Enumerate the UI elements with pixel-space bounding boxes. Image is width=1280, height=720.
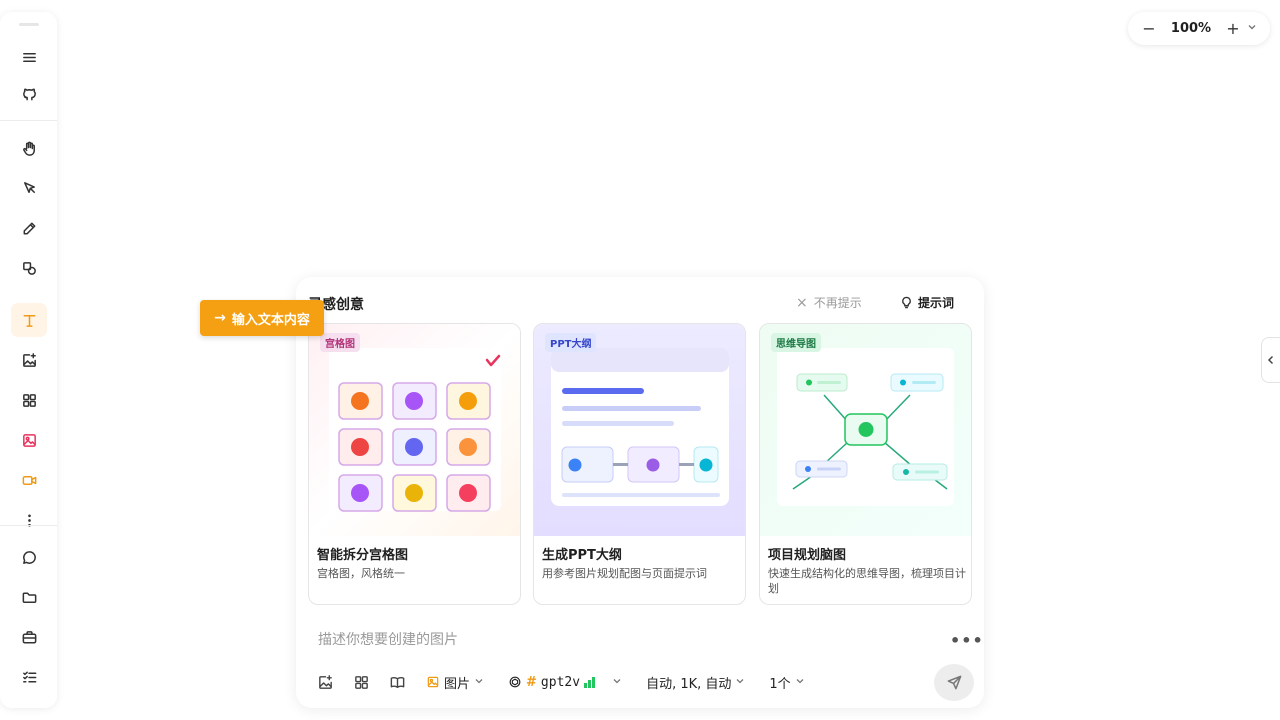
model-select[interactable]: # gpt2v [508, 675, 622, 690]
video-tool-button[interactable] [11, 463, 47, 497]
video-icon [22, 475, 36, 485]
chevron-down-icon [612, 676, 622, 689]
card-badge: 宫格图 [320, 333, 360, 352]
right-panel-toggle[interactable] [1261, 337, 1280, 383]
card-badge: 思维导图 [771, 333, 821, 352]
hand-tool-button[interactable] [11, 131, 47, 165]
mode-select[interactable]: 图片 [426, 673, 484, 692]
select-tool-button[interactable] [11, 171, 47, 205]
add-image-button[interactable] [312, 669, 338, 695]
ai-image-tool-button[interactable] [11, 343, 47, 377]
card-ppt-outline[interactable]: PPT大纲 生成PPT大纲 用参考图片规划配图与页面提示词 [533, 323, 746, 605]
params-label: 自动, 1K, 自动 [646, 676, 732, 692]
dismiss-button[interactable]: × 不再提示 [796, 294, 862, 311]
card-badge: PPT大纲 [545, 333, 597, 352]
grid-icon [22, 393, 36, 407]
checklist-icon [22, 671, 36, 683]
toolbar-divider [0, 120, 57, 121]
dismiss-label: 不再提示 [813, 296, 862, 310]
chevron-left-icon [1267, 355, 1274, 365]
card-title: 项目规划脑图 [768, 548, 847, 563]
zoom-control: − 100% + [1128, 12, 1270, 45]
folder-button[interactable] [11, 580, 47, 614]
chat-icon [22, 550, 36, 564]
card-preview [534, 324, 745, 536]
chevron-down-icon [735, 676, 745, 689]
card-preview [760, 324, 971, 536]
pencil-icon [23, 222, 35, 234]
chevron-down-icon[interactable] [1244, 22, 1260, 35]
toolbar-grip[interactable] [19, 23, 39, 26]
image-tool-button[interactable] [11, 423, 47, 457]
mindmap-preview-illustration [777, 348, 954, 506]
send-icon [947, 675, 961, 690]
inspiration-panel: 灵感创意 × 不再提示 提示词 宫格图 智能拆分宫格图 宫格图，风格统一 PPT… [296, 277, 984, 708]
chat-button[interactable] [11, 540, 47, 574]
github-button[interactable] [11, 76, 47, 110]
card-description: 宫格图，风格统一 [317, 567, 405, 580]
image-icon [22, 433, 36, 447]
toolbar-divider [0, 525, 57, 526]
image-icon [427, 676, 439, 688]
card-title: 生成PPT大纲 [542, 548, 622, 563]
openai-icon [509, 676, 521, 688]
briefcase-icon [22, 630, 36, 643]
model-label: gpt2v [540, 674, 581, 690]
pencil-tool-button[interactable] [11, 211, 47, 245]
menu-icon [22, 52, 36, 62]
shapes-tool-button[interactable] [11, 251, 47, 285]
grid-preview-illustration [329, 348, 501, 512]
github-icon [22, 88, 36, 100]
left-toolbar [0, 12, 57, 708]
ppt-preview-illustration [551, 348, 729, 506]
menu-button[interactable] [11, 40, 47, 74]
zoom-value[interactable]: 100% [1160, 21, 1222, 36]
more-options-button[interactable]: ••• [950, 631, 984, 650]
book-open-icon [390, 676, 404, 688]
count-select[interactable]: 1个 [769, 673, 804, 692]
composer-toolbar: 图片 # gpt2v 自动, 1K, 自动 1个 [312, 669, 829, 695]
prompt-hint-button[interactable]: 提示词 [900, 294, 954, 311]
params-select[interactable]: 自动, 1K, 自动 [646, 673, 745, 692]
send-button[interactable] [934, 664, 974, 701]
text-tool-button[interactable] [11, 303, 47, 337]
text-icon [23, 314, 35, 327]
arrow-right-icon: → [214, 310, 226, 326]
hand-icon [22, 141, 35, 156]
chevron-down-icon [474, 676, 484, 689]
chevron-down-icon [795, 676, 805, 689]
count-label: 1个 [769, 676, 791, 692]
grid-icon [354, 675, 368, 689]
card-preview [309, 324, 520, 536]
shapes-icon [22, 261, 36, 275]
briefcase-button[interactable] [11, 620, 47, 654]
zoom-out-button[interactable]: − [1138, 19, 1160, 38]
close-icon: × [796, 294, 808, 311]
grid-tool-button[interactable] [11, 383, 47, 417]
mode-label: 图片 [444, 676, 471, 692]
cursor-icon [23, 181, 35, 193]
tasks-button[interactable] [11, 660, 47, 694]
text-input-tooltip: → 输入文本内容 [200, 300, 324, 336]
image-sparkle-icon [318, 674, 332, 689]
card-mind-map[interactable]: 思维导图 项目规划脑图 快速生成结构化的思维导图，梳理项目计划 [759, 323, 972, 605]
card-title: 智能拆分宫格图 [317, 548, 409, 563]
card-description: 用参考图片规划配图与页面提示词 [542, 567, 707, 580]
image-sparkle-icon [22, 352, 36, 367]
signal-bars-icon [584, 676, 596, 688]
grid-layout-button[interactable] [348, 669, 374, 695]
prompt-hint-label: 提示词 [918, 296, 955, 310]
card-grid-split[interactable]: 宫格图 智能拆分宫格图 宫格图，风格统一 [308, 323, 521, 605]
more-tools-button[interactable] [11, 503, 47, 537]
prompt-input[interactable]: 描述你想要创建的图片 [318, 629, 458, 649]
tooltip-text: 输入文本内容 [231, 312, 310, 328]
model-hash: # [526, 674, 537, 690]
library-button[interactable] [384, 669, 410, 695]
zoom-in-button[interactable]: + [1222, 19, 1244, 38]
card-description: 快速生成结构化的思维导图，梳理项目计划 [768, 567, 966, 595]
folder-icon [22, 591, 36, 603]
lightbulb-icon [902, 296, 911, 309]
